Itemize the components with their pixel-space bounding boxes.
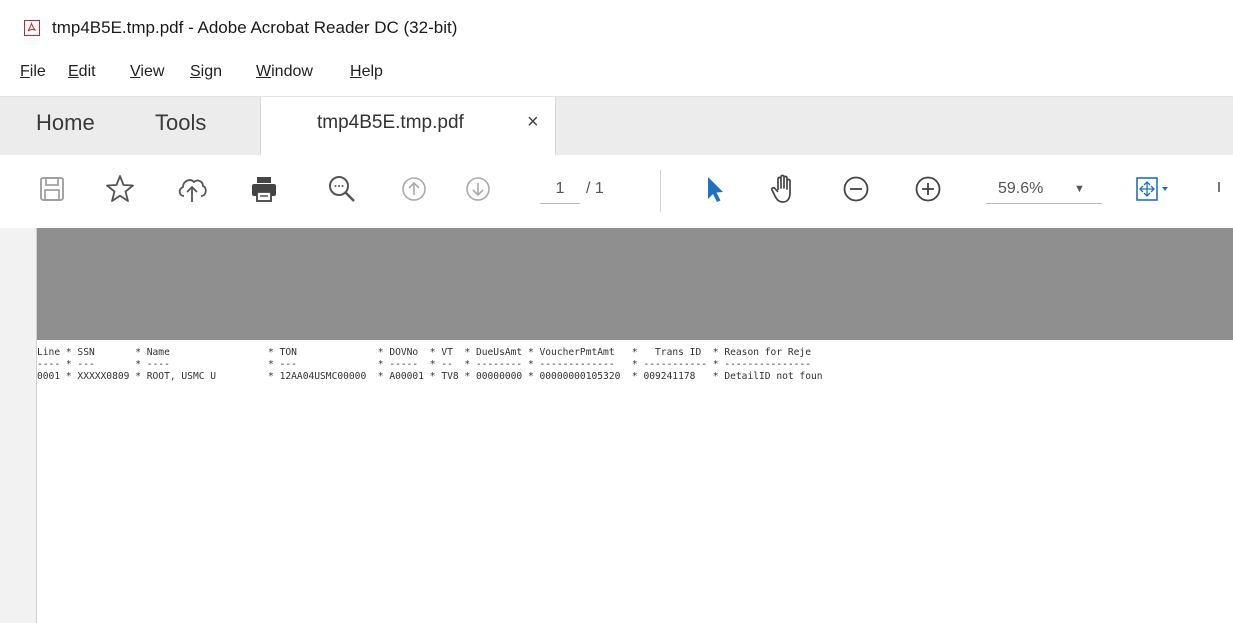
menu-window[interactable]: Window — [256, 63, 313, 81]
toolbar: 1 / 1 59.6% ▼ — [0, 155, 1233, 229]
previous-page-icon[interactable] — [394, 169, 434, 209]
report-header-line: Line * SSN * Name * TON * DOVNo * VT * D… — [37, 347, 811, 358]
print-icon[interactable] — [244, 169, 284, 209]
page-total-label: / 1 — [586, 180, 604, 197]
next-page-icon[interactable] — [458, 169, 498, 209]
cloud-upload-icon[interactable] — [172, 169, 212, 209]
more-tools-icon[interactable] — [1210, 169, 1233, 209]
menu-view[interactable]: View — [130, 63, 164, 81]
page-number-input[interactable]: 1 — [540, 175, 580, 204]
tab-document[interactable]: tmp4B5E.tmp.pdf × — [260, 97, 556, 156]
title-bar: tmp4B5E.tmp.pdf - Adobe Acrobat Reader D… — [0, 0, 1233, 55]
fit-page-icon[interactable] — [1134, 169, 1174, 209]
zoom-level-select[interactable]: 59.6% ▼ — [986, 175, 1102, 204]
document-viewport[interactable]: Line * SSN * Name * TON * DOVNo * VT * D… — [0, 228, 1233, 623]
tab-bar: Home Tools tmp4B5E.tmp.pdf × — [0, 96, 1233, 156]
toolbar-divider — [660, 170, 661, 212]
close-tab-button[interactable]: × — [527, 111, 539, 134]
select-pointer-icon[interactable] — [694, 169, 734, 209]
tab-tools[interactable]: Tools — [155, 110, 206, 136]
menu-sign[interactable]: Sign — [190, 63, 222, 81]
zoom-dropdown-icon: ▼ — [1074, 183, 1085, 195]
report-divider-line: ---- * --- * ---- * --- * ----- * -- * -… — [37, 359, 811, 370]
report-data-row: 0001 * XXXXX0809 * ROOT, USMC U * 12AA04… — [37, 371, 823, 382]
pdf-page: Line * SSN * Name * TON * DOVNo * VT * D… — [37, 340, 1233, 623]
menu-edit[interactable]: Edit — [68, 63, 96, 81]
window-title: tmp4B5E.tmp.pdf - Adobe Acrobat Reader D… — [52, 18, 458, 37]
zoom-out-icon[interactable] — [836, 169, 876, 209]
hand-tool-icon[interactable] — [764, 169, 804, 209]
page-background-band — [37, 228, 1233, 340]
menu-file[interactable]: File — [20, 63, 46, 81]
menu-help[interactable]: Help — [350, 63, 383, 81]
zoom-magnifier-icon[interactable] — [322, 169, 362, 209]
zoom-in-icon[interactable] — [908, 169, 948, 209]
tab-home[interactable]: Home — [36, 110, 95, 136]
save-icon[interactable] — [32, 169, 72, 209]
acrobat-icon — [24, 20, 40, 36]
menu-bar: File Edit View Sign Window Help — [0, 58, 1233, 88]
bookmark-star-icon[interactable] — [100, 169, 140, 209]
left-panel-gutter — [0, 228, 37, 623]
tab-document-label: tmp4B5E.tmp.pdf — [317, 112, 464, 133]
zoom-level-value: 59.6% — [998, 180, 1044, 197]
